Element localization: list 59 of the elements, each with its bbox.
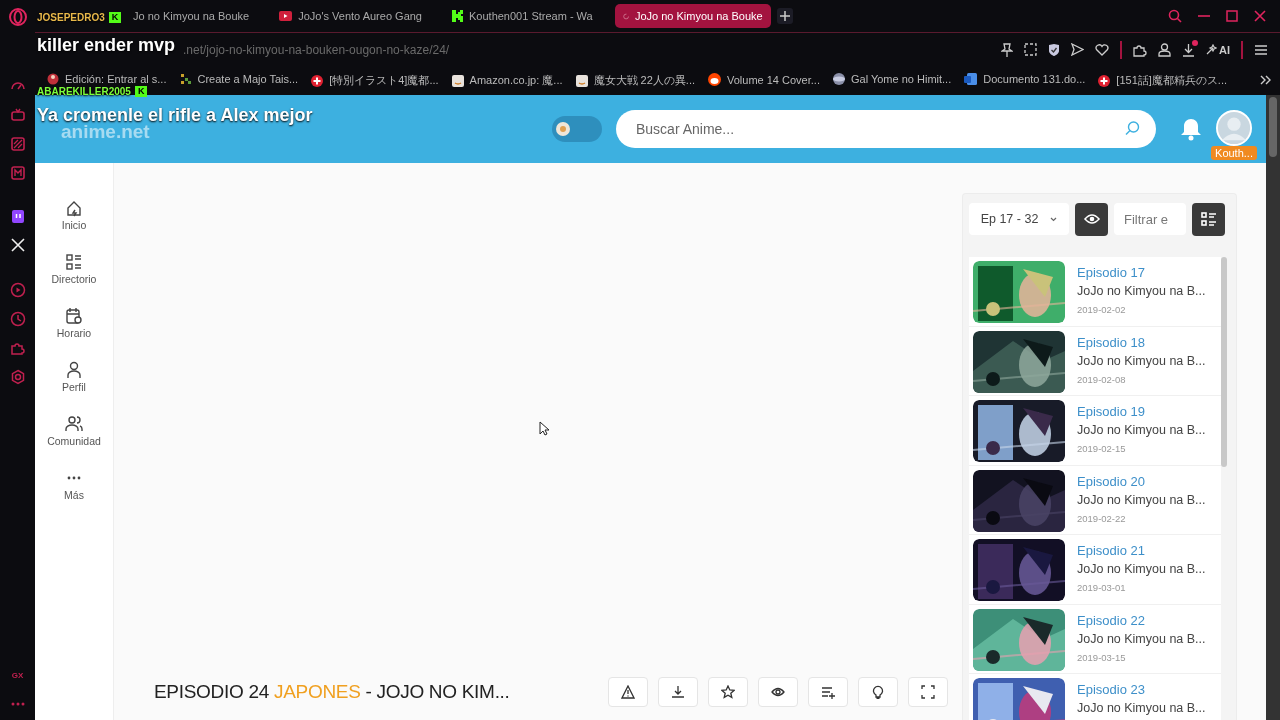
ai-button[interactable]: AI: [1206, 43, 1230, 56]
browser-tab[interactable]: JoJo's Vento Aureo Gang: [271, 4, 430, 28]
nav-item[interactable]: Más: [64, 469, 84, 501]
episode-item[interactable]: Episodio 17 JoJo no Kimyou na B... 2019-02-02: [969, 257, 1221, 327]
episode-title[interactable]: Episodio 23: [1077, 682, 1206, 697]
chat-message: killer ender mvp: [37, 34, 176, 56]
filter-field[interactable]: Filtrar e: [1114, 203, 1186, 235]
bookmark-item[interactable]: Documento 131.do...: [964, 73, 1086, 85]
platform-badge: K: [108, 12, 122, 23]
episode-title[interactable]: Episodio 22: [1077, 612, 1206, 628]
nav-item[interactable]: Comunidad: [47, 415, 101, 447]
series-name: JoJo no Kimyou na B...: [1077, 423, 1206, 437]
episode-item[interactable]: Episodio 19 JoJo no Kimyou na B... 2019-02-15: [969, 396, 1221, 466]
nav-item[interactable]: Horario: [56, 307, 92, 339]
episode-item[interactable]: Episodio 18 JoJo no Kimyou na B... 2019-02-08: [969, 326, 1221, 396]
series-name: JoJo no Kimyou na B...: [1077, 562, 1206, 576]
series-name: JoJo no Kimyou na B...: [1077, 492, 1206, 507]
browser-tab[interactable]: Jo no Kimyou na Bouke: [125, 4, 258, 28]
episode-title: EPISODIO 24 JAPONES - JOJO NO KIM...: [154, 681, 510, 703]
episode-title[interactable]: Episodio 19: [1077, 404, 1206, 419]
sidebar-label: GX: [11, 671, 24, 680]
series-name: JoJo no Kimyou na B...: [1077, 353, 1206, 368]
episode-title[interactable]: Episodio 20: [1077, 473, 1206, 489]
user-badge: Kouth...: [1211, 146, 1257, 160]
nav-item[interactable]: Directorio: [51, 253, 97, 285]
nav-item[interactable]: Inicio: [61, 199, 87, 231]
bookmark-item[interactable]: Gal Yome no Himit...: [832, 73, 952, 85]
platform-badge: K: [134, 86, 148, 97]
episode-date: 2019-03-15: [1077, 651, 1127, 663]
episode-date: 2019-02-15: [1077, 443, 1127, 454]
episode-title[interactable]: Episodio 17: [1077, 265, 1206, 280]
chat-username: JOSEPEDRO3: [37, 12, 105, 23]
episode-date: 2019-02-08: [1077, 373, 1127, 385]
episode-item[interactable]: Episodio 23 JoJo no Kimyou na B...: [969, 674, 1221, 720]
episode-range-select[interactable]: Ep 17 - 32: [969, 203, 1069, 235]
episode-item[interactable]: Episodio 22 JoJo no Kimyou na B... 2019-03-15: [969, 604, 1221, 674]
episode-date: 2019-03-01: [1077, 582, 1127, 593]
episode-date: 2019-02-22: [1077, 512, 1127, 524]
series-name: JoJo no Kimyou na B...: [1077, 701, 1206, 715]
bookmark-item[interactable]: Edición: Entrar al s...: [47, 73, 167, 85]
bookmark-item[interactable]: 魔女大戦 22人の異...: [575, 73, 695, 88]
episode-title[interactable]: Episodio 21: [1077, 543, 1206, 558]
browser-tab[interactable]: Kouthen001 Stream - Wa: [444, 4, 601, 28]
episode-item[interactable]: Episodio 20 JoJo no Kimyou na B... 2019-02-22: [969, 465, 1221, 535]
bookmark-item[interactable]: [特別イラスト4]魔都...: [311, 73, 439, 88]
chat-username: ABAREKILLER2005: [37, 86, 131, 97]
episode-date: 2019-02-02: [1077, 304, 1127, 315]
episode-title[interactable]: Episodio 18: [1077, 334, 1206, 350]
browser-tab[interactable]: JoJo no Kimyou na Bouke: [614, 4, 771, 28]
series-name: JoJo no Kimyou na B...: [1077, 284, 1206, 298]
address-field[interactable]: .net/jojo-no-kimyou-na-bouken-ougon-no-kaze/24/: [183, 42, 450, 57]
episode-item[interactable]: Episodio 21 JoJo no Kimyou na B... 2019-03-01: [969, 535, 1221, 605]
bookmark-item[interactable]: Create a Majo Tais...: [179, 73, 299, 85]
search-field[interactable]: Buscar Anime...: [616, 110, 1156, 148]
nav-item[interactable]: Perfil: [62, 361, 86, 393]
bookmark-item[interactable]: Amazon.co.jp: 魔...: [451, 73, 563, 88]
bookmark-item[interactable]: [151話]魔都精兵のス...: [1098, 73, 1227, 88]
series-name: JoJo no Kimyou na B...: [1077, 631, 1206, 646]
bookmark-item[interactable]: Volume 14 Cover...: [708, 73, 820, 86]
